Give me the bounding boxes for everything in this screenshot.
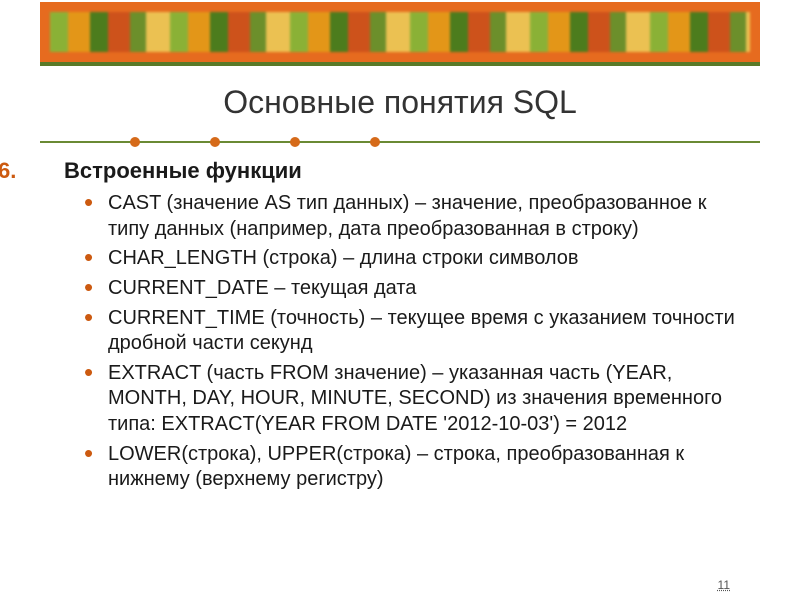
bullet-list: CAST (значение AS тип данных) – значение… [80,191,744,493]
bullet-item: CURRENT_DATE – текущая дата [80,276,744,302]
bullet-item: CAST (значение AS тип данных) – значение… [80,191,744,242]
bullet-item: CHAR_LENGTH (строка) – длина строки симв… [80,246,744,272]
section-number: 6. [0,157,16,185]
page-number: 11 [718,578,730,592]
page-title: Основные понятия SQL [0,84,800,121]
bullet-item: LOWER(строка), UPPER(строка) – строка, п… [80,442,744,493]
divider-line [40,141,760,143]
section-heading: Встроенные функции [64,157,744,185]
banner-underline [40,62,760,66]
content-area: 6. Встроенные функции CAST (значение AS … [0,157,800,493]
divider-dot-icon [210,137,220,147]
divider-dot-icon [290,137,300,147]
banner-texture [50,12,750,52]
divider-dot-icon [370,137,380,147]
bullet-item: EXTRACT (часть FROM значение) – указанна… [80,361,744,438]
bullet-item: CURRENT_TIME (точность) – текущее время … [80,306,744,357]
title-divider [40,135,760,149]
divider-dot-icon [130,137,140,147]
decorative-banner [40,2,760,62]
